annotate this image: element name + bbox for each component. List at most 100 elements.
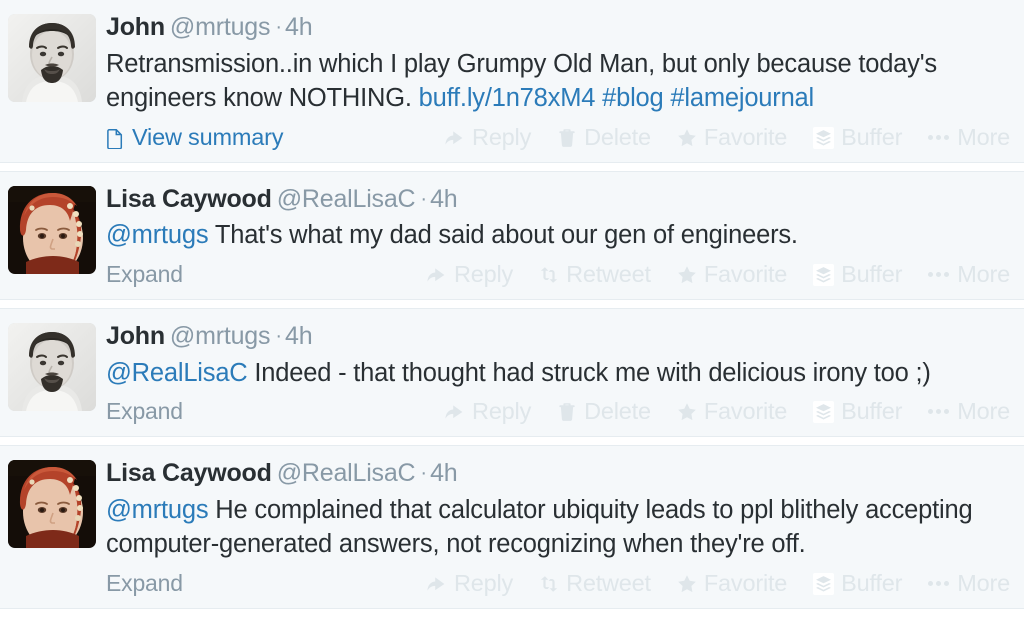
expand-link[interactable]: Expand (106, 570, 183, 597)
view-summary-link[interactable]: View summary (106, 124, 283, 151)
star-icon (677, 265, 697, 285)
action-retweet[interactable]: Retweet (539, 571, 651, 596)
tweet-text: Retransmission..in which I play Grumpy O… (106, 47, 1010, 116)
action-reply-label: Reply (472, 123, 532, 150)
tweet-url-link[interactable]: buff.ly/1n78xM4 (419, 84, 596, 112)
action-delete-label: Delete (584, 123, 651, 150)
tweet-item[interactable]: John @mrtugs · 4h Retransmission..in which I… (0, 0, 1024, 163)
view-summary-label: View summary (132, 124, 284, 151)
action-favorite-label: Favorite (703, 123, 788, 150)
author-fullname[interactable]: John (106, 322, 165, 350)
trash-icon (557, 128, 577, 148)
author-username[interactable]: @RealLisaC (277, 459, 416, 487)
action-favorite[interactable]: Favorite (677, 400, 787, 424)
tweet-text-run: He complained that calculator ubiquity l… (106, 495, 973, 559)
action-more-label: More (957, 261, 1010, 288)
author-fullname[interactable]: Lisa Caywood (106, 459, 272, 487)
author-username[interactable]: @mrtugs (170, 322, 271, 350)
action-buffer[interactable]: Buffer (813, 569, 903, 596)
action-buffer-label: Buffer (841, 261, 903, 288)
action-reply-label: Reply (472, 398, 532, 425)
avatar-wrapper (8, 321, 96, 411)
expand-label: Expand (106, 261, 183, 288)
tweet-timestamp[interactable]: 4h (430, 459, 458, 487)
header-separator: · (275, 324, 282, 347)
action-buffer-label: Buffer (841, 398, 903, 425)
action-buffer[interactable]: Buffer (813, 263, 902, 287)
action-more[interactable]: More (928, 123, 1010, 150)
tweet-text: @RealLisaC Indeed - that thought had str… (106, 356, 1010, 390)
action-favorite-label: Favorite (703, 569, 788, 596)
tweet-hashtag-link[interactable]: #lamejournal (670, 84, 814, 112)
action-buffer[interactable]: Buffer (813, 125, 902, 150)
tweet-footer: View summary Reply Delete Favorite Buffer Mor… (106, 124, 1010, 152)
tweet-actions: Reply Delete Favorite Buffer More (445, 400, 1010, 424)
action-reply-label: Reply (453, 569, 514, 596)
tweet-header: John @mrtugs · 4h (106, 322, 1010, 351)
retweet-icon (539, 574, 559, 594)
avatar[interactable] (8, 459, 96, 548)
header-separator: · (420, 187, 428, 210)
buffer-stack-icon (813, 400, 835, 423)
action-reply[interactable]: Reply (427, 263, 513, 287)
tweet-text: @mrtugs He complained that calculator ub… (106, 493, 1010, 562)
action-retweet-label: Retweet (566, 261, 651, 288)
reply-arrow-icon (445, 402, 465, 422)
expand-link[interactable]: Expand (106, 398, 183, 425)
action-favorite[interactable]: Favorite (677, 123, 788, 150)
tweet-item[interactable]: Lisa Caywood @RealLisaC · 4h @mrtugs That's … (0, 170, 1024, 300)
action-reply[interactable]: Reply (445, 123, 532, 150)
star-icon (677, 402, 697, 422)
author-fullname[interactable]: John (106, 13, 165, 41)
tweet-separator (0, 299, 1024, 308)
tweet-mention-link[interactable]: @mrtugs (106, 496, 209, 524)
avatar[interactable] (8, 322, 96, 411)
action-buffer[interactable]: Buffer (813, 400, 902, 424)
reply-arrow-icon (427, 574, 447, 594)
action-reply[interactable]: Reply (427, 569, 514, 596)
tweet-actions: Reply Retweet Favorite Buffer More (427, 263, 1010, 287)
tweet-body: John @mrtugs · 4h Retransmission..in which I… (106, 12, 1010, 152)
avatar[interactable] (8, 14, 96, 102)
action-more-label: More (957, 123, 1010, 150)
action-favorite-label: Favorite (703, 398, 788, 425)
action-favorite[interactable]: Favorite (677, 263, 787, 287)
tweet-timestamp[interactable]: 4h (285, 13, 313, 41)
tweet-footer: Expand Reply Retweet Favorite Buffer More (106, 570, 1010, 598)
star-icon (677, 128, 697, 148)
action-more[interactable]: More (928, 400, 1010, 424)
action-more[interactable]: More (928, 571, 1010, 596)
action-more[interactable]: More (928, 263, 1010, 287)
reply-arrow-icon (445, 128, 465, 148)
action-buffer-label: Buffer (841, 569, 903, 596)
expand-link[interactable]: Expand (106, 261, 183, 288)
tweet-item[interactable]: John @mrtugs · 4h @RealLisaC Indeed - that t… (0, 307, 1024, 437)
avatar-wrapper (8, 458, 96, 548)
tweet-mention-link[interactable]: @mrtugs (106, 221, 209, 249)
tweet-hashtag-link[interactable]: #blog (602, 84, 664, 112)
buffer-stack-icon (813, 572, 835, 595)
avatar[interactable] (8, 185, 96, 274)
author-username[interactable]: @mrtugs (170, 13, 271, 41)
reply-arrow-icon (427, 265, 447, 285)
expand-label: Expand (106, 398, 183, 425)
document-icon (106, 128, 124, 149)
tweet-timestamp[interactable]: 4h (430, 185, 458, 213)
tweet-separator (0, 162, 1024, 171)
action-favorite[interactable]: Favorite (677, 569, 788, 596)
avatar-wrapper (8, 184, 96, 274)
action-reply[interactable]: Reply (445, 400, 531, 424)
action-delete[interactable]: Delete (557, 123, 651, 150)
tweet-item[interactable]: Lisa Caywood @RealLisaC · 4h @mrtugs He comp… (0, 444, 1024, 609)
action-delete[interactable]: Delete (557, 400, 651, 424)
author-fullname[interactable]: Lisa Caywood (106, 185, 272, 213)
tweet-text-run: That's what my dad said about our gen of… (208, 221, 798, 250)
tweet-timestamp[interactable]: 4h (285, 322, 313, 350)
buffer-stack-icon (813, 263, 835, 286)
tweet-actions: Reply Delete Favorite Buffer More (445, 123, 1010, 150)
tweet-body: Lisa Caywood @RealLisaC · 4h @mrtugs He comp… (106, 458, 1010, 598)
author-username[interactable]: @RealLisaC (277, 185, 416, 213)
tweet-separator (0, 436, 1024, 445)
tweet-mention-link[interactable]: @RealLisaC (106, 359, 248, 387)
action-retweet[interactable]: Retweet (539, 263, 651, 287)
